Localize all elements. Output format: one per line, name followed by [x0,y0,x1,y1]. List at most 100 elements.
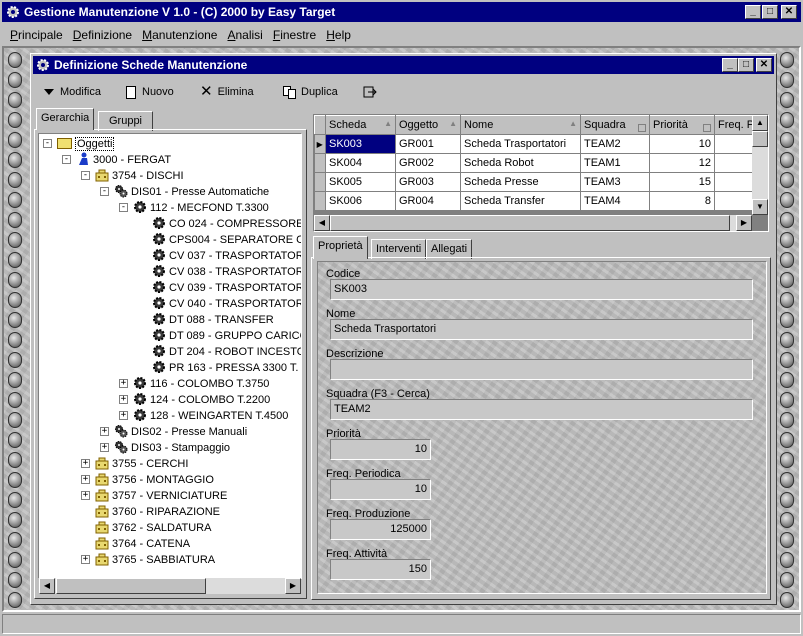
table-cell[interactable]: SK003 [325,134,396,154]
menu-principale[interactable]: Principale [10,28,63,44]
tab-gerarchia[interactable]: Gerarchia [36,108,95,130]
tree-node[interactable]: 128 - WEINGARTEN T.4500 [133,408,288,424]
app-title-bar[interactable]: Gestione Manutenzione V 1.0 - (C) 2000 b… [2,2,801,22]
collapse-toggle-icon[interactable]: - [100,187,109,196]
grid-scroll-right-button[interactable]: ▶ [736,215,752,231]
table-cell[interactable]: GR003 [395,172,461,192]
table-cell[interactable]: SK006 [325,191,396,211]
row-indicator[interactable] [314,172,326,192]
table-cell[interactable]: 15 [649,172,715,192]
menu-finestre[interactable]: Finestre [273,28,316,44]
elimina-button[interactable]: ✕ Elimina [200,84,254,100]
row-indicator[interactable] [314,153,326,173]
close-button[interactable]: ✕ [781,5,797,19]
table-row[interactable]: SK006 GR004 Scheda Transfer TEAM4 8 [314,191,767,211]
row-indicator[interactable]: ▶ [314,134,326,154]
table-cell[interactable]: SK005 [325,172,396,192]
tree-node[interactable]: 3756 - MONTAGGIO [95,472,214,488]
expand-toggle-icon[interactable]: + [119,395,128,404]
nuovo-button[interactable]: Nuovo [126,84,174,100]
descrizione-field[interactable] [330,359,753,380]
scroll-right-button[interactable]: ▶ [285,578,301,594]
table-cell[interactable]: GR004 [395,191,461,211]
grid-scroll-left-button[interactable]: ◀ [314,215,330,231]
collapse-toggle-icon[interactable]: - [119,203,128,212]
menu-help[interactable]: Help [326,28,351,44]
app-icon[interactable] [6,5,20,19]
table-cell[interactable]: TEAM1 [580,153,650,173]
tab-proprieta[interactable]: Proprietà [313,236,368,259]
squadra-field[interactable]: TEAM2 [330,399,753,420]
tree-node[interactable]: CO 024 - COMPRESSORE [152,216,301,232]
tree-node[interactable]: 3760 - RIPARAZIONE [95,504,220,520]
tree-node[interactable]: DIS02 - Presse Manuali [114,424,247,440]
tree-node[interactable]: DT 089 - GRUPPO CARICO [152,328,301,344]
tree-node[interactable]: 3757 - VERNICIATURE [95,488,227,504]
duplica-button[interactable]: Duplica [283,84,338,100]
column-header-priorita[interactable]: Priorità [649,115,715,135]
tree-node[interactable]: 3765 - SABBIATURA [95,552,215,568]
expand-toggle-icon[interactable]: + [81,491,90,500]
table-cell[interactable]: 12 [649,153,715,173]
tree-node[interactable]: DIS01 - Presse Automatiche [114,184,269,200]
grid-scroll-thumb[interactable] [752,131,768,147]
tree-node[interactable]: 3000 - FERGAT [76,152,171,168]
expand-toggle-icon[interactable]: + [81,475,90,484]
tree-node[interactable]: CV 037 - TRASPORTATOR [152,248,301,264]
scroll-left-button[interactable]: ◀ [39,578,55,594]
tree-node[interactable]: 116 - COLOMBO T.3750 [133,376,269,392]
tree-node[interactable]: PR 163 - PRESSA 3300 T. [152,360,298,376]
child-window-icon[interactable] [36,58,50,72]
codice-field[interactable]: SK003 [330,279,753,300]
tab-interventi[interactable]: Interventi [371,239,427,259]
tree-node[interactable]: 3762 - SALDATURA [95,520,211,536]
table-cell[interactable]: GR001 [395,134,461,154]
collapse-toggle-icon[interactable]: - [43,139,52,148]
table-cell[interactable]: 10 [649,134,715,154]
column-header-squadra[interactable]: Squadra [580,115,650,135]
table-cell[interactable]: Scheda Presse [460,172,581,192]
menu-manutenzione[interactable]: Manutenzione [142,28,217,44]
column-header-nome[interactable]: Nome ▲ [460,115,581,135]
table-cell[interactable]: TEAM2 [580,134,650,154]
tree-node[interactable]: CV 040 - TRASPORTATOR [152,296,301,312]
collapse-toggle-icon[interactable]: - [62,155,71,164]
table-cell[interactable]: GR002 [395,153,461,173]
tree-node[interactable]: DT 204 - ROBOT INCESTO [152,344,301,360]
tree-node[interactable]: 112 - MECFOND T.3300 [133,200,269,216]
freq-periodica-field[interactable]: 10 [330,479,431,500]
row-indicator[interactable] [314,191,326,211]
tree-node[interactable]: CV 039 - TRASPORTATOR [152,280,301,296]
minimize-button[interactable]: _ [745,5,761,19]
table-cell[interactable]: Scheda Trasportatori [460,134,581,154]
freq-attivita-field[interactable]: 150 [330,559,431,580]
table-row[interactable]: SK004 GR002 Scheda Robot TEAM1 12 [314,153,767,173]
expand-toggle-icon[interactable]: + [119,379,128,388]
tree-node[interactable]: DIS03 - Stampaggio [114,440,230,456]
collapse-toggle-icon[interactable]: - [81,171,90,180]
table-cell[interactable]: Scheda Transfer [460,191,581,211]
table-cell[interactable]: Scheda Robot [460,153,581,173]
tree-node[interactable]: CV 038 - TRASPORTATOR [152,264,301,280]
expand-toggle-icon[interactable]: + [100,427,109,436]
tree-node[interactable]: CPS004 - SEPARATORE C [152,232,301,248]
child-title-bar[interactable]: Definizione Schede Manutenzione [33,56,774,74]
maximize-button[interactable]: □ [762,5,778,19]
expand-toggle-icon[interactable]: + [81,555,90,564]
tab-allegati[interactable]: Allegati [426,239,473,259]
scroll-thumb[interactable] [56,578,206,594]
expand-toggle-icon[interactable]: + [81,459,90,468]
child-maximize-button[interactable]: □ [738,58,754,72]
nome-field[interactable]: Scheda Trasportatori [330,319,753,340]
priorita-field[interactable]: 10 [330,439,431,460]
column-header-scheda[interactable]: Scheda ▲ [325,115,396,135]
tab-gruppi[interactable]: Gruppi [98,111,153,131]
grid-hscroll-thumb[interactable] [330,215,730,231]
menu-analisi[interactable]: Analisi [227,28,262,44]
tree-node[interactable]: 3764 - CATENA [95,536,190,552]
child-close-button[interactable]: ✕ [756,58,772,72]
table-cell[interactable]: TEAM4 [580,191,650,211]
expand-toggle-icon[interactable]: + [100,443,109,452]
grid-scroll-up-button[interactable]: ▲ [752,115,768,131]
tree-node[interactable]: 124 - COLOMBO T.2200 [133,392,270,408]
